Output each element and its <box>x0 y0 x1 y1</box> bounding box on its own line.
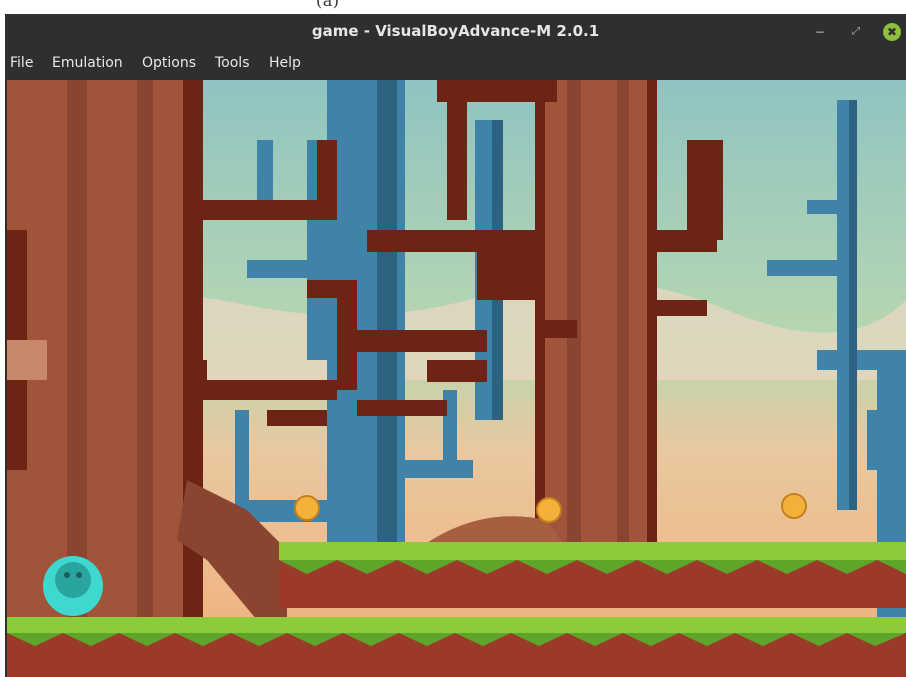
coin-1 <box>294 495 320 521</box>
minimize-icon[interactable]: − <box>811 23 829 41</box>
menu-tools[interactable]: Tools <box>215 55 250 71</box>
middle-trunk <box>535 80 657 550</box>
game-screen[interactable] <box>7 80 906 677</box>
window-title: game - VisualBoyAdvance-M 2.0.1 <box>311 22 600 40</box>
coin-2 <box>536 497 562 523</box>
emulator-window: game - VisualBoyAdvance-M 2.0.1 − ⤢ ✖ Fi… <box>5 14 906 677</box>
menu-options[interactable]: Options <box>142 55 196 71</box>
menu-help[interactable]: Help <box>269 55 301 71</box>
left-trunk <box>7 80 203 620</box>
menu-file[interactable]: File <box>10 55 33 71</box>
close-icon[interactable]: ✖ <box>883 23 901 41</box>
menu-bar: File Emulation Options Tools Help <box>5 51 906 79</box>
menu-emulation[interactable]: Emulation <box>52 55 123 71</box>
title-bar[interactable]: game - VisualBoyAdvance-M 2.0.1 − ⤢ ✖ <box>5 14 906 51</box>
player-character <box>43 556 103 616</box>
game-scene <box>7 80 906 677</box>
figure-caption-text: (a) <box>316 0 340 10</box>
figure-caption: (a) <box>0 0 906 14</box>
maximize-icon[interactable]: ⤢ <box>847 23 865 41</box>
upper-platform <box>279 542 906 608</box>
lower-ground <box>7 617 906 677</box>
coin-3 <box>781 493 807 519</box>
